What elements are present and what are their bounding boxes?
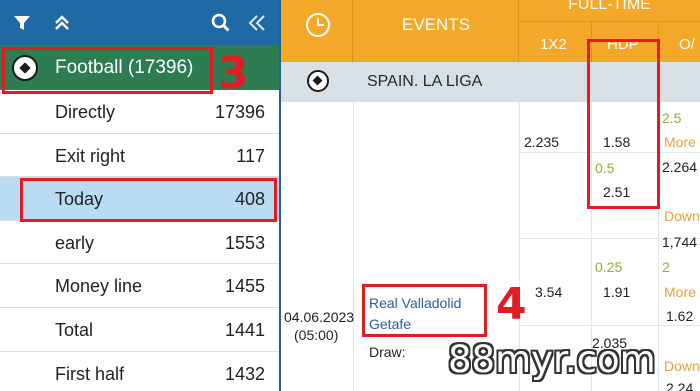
ou-more-label: More bbox=[664, 284, 696, 300]
sidebar-item-count: 1455 bbox=[224, 276, 265, 297]
sidebar-item-exit-right[interactable]: Exit right 117 bbox=[0, 134, 279, 178]
filter-icon[interactable] bbox=[10, 11, 34, 35]
odds-ou[interactable]: 2.264 bbox=[662, 159, 697, 175]
sidebar-item-count: 1432 bbox=[224, 363, 265, 384]
sidebar-toolbar bbox=[0, 0, 279, 45]
sidebar-item-count: 117 bbox=[236, 145, 265, 166]
events-column-header: EVENTS bbox=[353, 0, 519, 62]
chevrons-up-icon[interactable] bbox=[50, 11, 74, 35]
odds-ou[interactable]: 1.62 bbox=[666, 308, 693, 324]
sidebar-item-early[interactable]: early 1553 bbox=[0, 221, 279, 265]
ou-down-label: Down bbox=[664, 208, 700, 224]
events-header-label: EVENTS bbox=[401, 15, 471, 34]
watermark-text: 88myr.com bbox=[448, 338, 656, 381]
sidebar-item-count: 17396 bbox=[214, 102, 265, 122]
sidebar-item-label: Exit right bbox=[55, 145, 126, 166]
sidebar-item-money-line[interactable]: Money line 1455 bbox=[0, 264, 279, 308]
odds-1x2-home[interactable]: 2.235 bbox=[524, 134, 559, 150]
col-ou-header[interactable]: O/ bbox=[679, 36, 695, 53]
match-date: 04.06.2023 bbox=[284, 309, 355, 325]
sidebar-item-label: early bbox=[55, 232, 95, 253]
step-marker-4: 4 bbox=[496, 279, 527, 330]
sidebar-item-first-half[interactable]: First half 1432 bbox=[0, 352, 279, 391]
search-icon[interactable] bbox=[209, 11, 233, 35]
odds-1x2-away[interactable]: 3.54 bbox=[535, 284, 562, 300]
sidebar-item-label: Total bbox=[55, 320, 94, 340]
odds-ou[interactable]: 1,744 bbox=[662, 234, 697, 250]
ou-line: 2.5 bbox=[662, 110, 682, 126]
chevrons-left-icon[interactable] bbox=[245, 11, 269, 35]
sidebar-item-label: Directly bbox=[55, 102, 116, 122]
sidebar-item-total[interactable]: Total 1441 bbox=[0, 308, 279, 352]
time-column-header[interactable] bbox=[281, 0, 353, 62]
sidebar-item-count: 1553 bbox=[224, 232, 265, 253]
full-time-label: FULL-TIME bbox=[519, 0, 700, 22]
sidebar-item-label: Money line bbox=[55, 276, 143, 297]
ou-line: 2 bbox=[662, 259, 670, 275]
odds-hdp[interactable]: 1.91 bbox=[603, 284, 630, 300]
highlight-box-football bbox=[2, 47, 213, 94]
col-1x2-header[interactable]: 1X2 bbox=[540, 36, 567, 53]
match-time: (05:00) bbox=[294, 327, 339, 343]
step-marker-3: 3 bbox=[218, 48, 249, 99]
ou-down-label: Down bbox=[664, 358, 700, 374]
draw-label: Draw: bbox=[369, 344, 406, 360]
league-name: SPAIN. LA LIGA bbox=[367, 73, 483, 90]
sidebar-item-label: First half bbox=[55, 363, 125, 384]
highlight-box-match bbox=[362, 284, 487, 337]
highlight-box-hdp bbox=[587, 39, 660, 209]
football-icon bbox=[307, 70, 329, 92]
ou-more-label: More bbox=[664, 134, 696, 150]
highlight-box-today bbox=[20, 178, 277, 222]
hdp-line: 0.25 bbox=[595, 259, 623, 275]
sidebar-item-count: 1441 bbox=[224, 320, 265, 340]
clock-icon bbox=[306, 13, 330, 37]
odds-ou[interactable]: 2.24 bbox=[666, 380, 693, 391]
